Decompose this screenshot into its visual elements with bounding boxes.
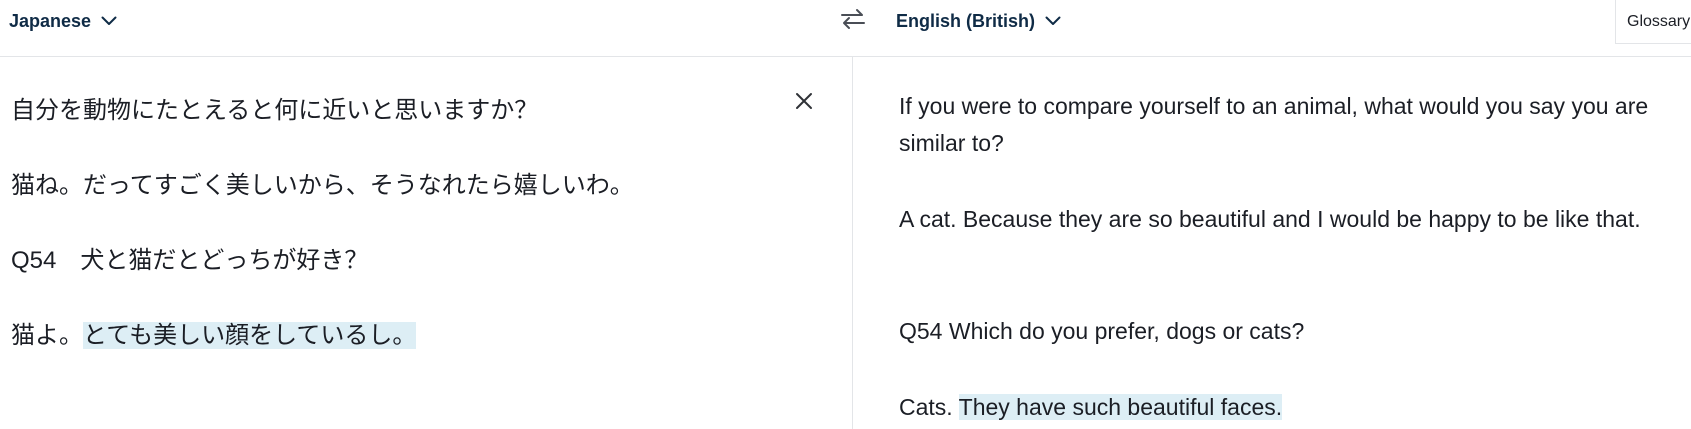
source-line: Q54 犬と猫だとどっちが好き？	[11, 247, 369, 274]
translation-paragraph: Cats. They have such beautiful faces.	[899, 389, 1675, 426]
source-line: 猫ね。だってすごく美しいから、そうなれたら嬉しいわ。	[11, 172, 634, 199]
translation-text: Cats.	[899, 394, 959, 420]
source-line-text: 猫よ。	[11, 322, 83, 349]
close-icon	[795, 92, 813, 115]
clear-source-button[interactable]	[792, 91, 816, 115]
source-language-select[interactable]: Japanese	[9, 8, 117, 34]
glossary-button[interactable]: Glossary	[1615, 0, 1691, 44]
source-line: 自分を動物にたとえると何に近いと思いますか？	[11, 97, 539, 124]
swap-languages-button[interactable]	[838, 4, 868, 38]
translator-app: Japanese English (British) Glossary 自分を動…	[0, 0, 1691, 429]
source-line: 猫よ。とても美しい顔をしているし。	[11, 318, 417, 354]
translation-highlighted-text: They have such beautiful faces.	[958, 394, 1283, 420]
translation-paragraph: Q54 Which do you prefer, dogs or cats?	[899, 318, 1305, 344]
source-text-panel[interactable]: 自分を動物にたとえると何に近いと思いますか？ 猫ね。だってすごく美しいから、そう…	[0, 57, 852, 429]
language-bar: Japanese English (British) Glossary	[0, 0, 1691, 57]
swap-arrows-icon	[840, 6, 866, 37]
translation-panel: If you were to compare yourself to an an…	[853, 57, 1691, 429]
source-highlighted-text: とても美しい顔をしているし。	[83, 322, 417, 349]
translation-paragraph: If you were to compare yourself to an an…	[899, 93, 1649, 156]
source-language-label: Japanese	[9, 10, 92, 31]
translation-paragraph: A cat. Because they are so beautiful and…	[899, 206, 1641, 232]
glossary-label: Glossary	[1627, 12, 1691, 30]
target-language-label: English (British)	[896, 10, 1035, 31]
chevron-down-icon	[101, 16, 117, 26]
chevron-down-icon	[1045, 16, 1061, 26]
target-language-select[interactable]: English (British)	[896, 8, 1061, 34]
